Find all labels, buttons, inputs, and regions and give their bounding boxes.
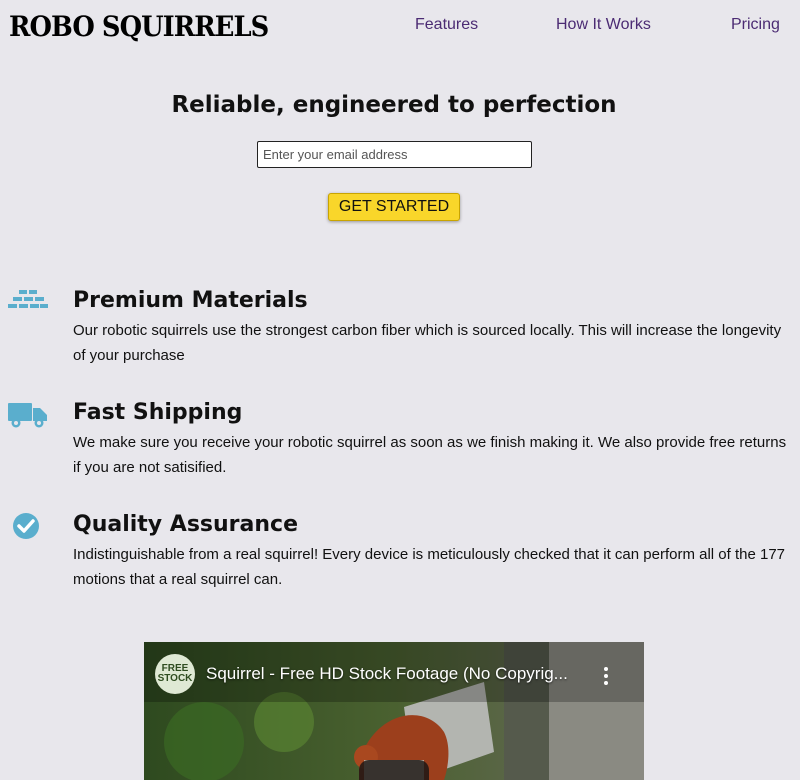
feature-text: Our robotic squirrels use the strongest …: [73, 322, 782, 364]
video-embed[interactable]: FREE STOCK Squirrel - Free HD Stock Foot…: [144, 642, 644, 780]
site-header: ROBO SQUIRRELS Features How It Works Pri…: [0, 0, 800, 54]
channel-logo[interactable]: FREE STOCK: [155, 654, 195, 694]
site-logo[interactable]: ROBO SQUIRRELS: [9, 10, 269, 43]
nav-link-how-it-works[interactable]: How It Works: [556, 16, 651, 34]
feature-text: We make sure you receive your robotic sq…: [73, 434, 787, 476]
nav-link-pricing[interactable]: Pricing: [731, 16, 780, 34]
hero-title: Reliable, engineered to perfection: [171, 92, 617, 118]
feature-title: Premium Materials: [73, 288, 308, 313]
feature-title: Quality Assurance: [73, 512, 299, 537]
get-started-button[interactable]: GET STARTED: [328, 193, 460, 221]
more-options-icon[interactable]: [598, 664, 614, 686]
video-title[interactable]: Squirrel - Free HD Stock Footage (No Cop…: [206, 664, 568, 684]
nav-link-features[interactable]: Features: [415, 16, 478, 34]
email-input[interactable]: [257, 141, 532, 168]
feature-title: Fast Shipping: [73, 400, 243, 425]
truck-icon: [8, 403, 47, 428]
feature-text: Indistinguishable from a real squirrel! …: [73, 546, 786, 588]
check-circle-icon: [13, 513, 39, 539]
bricks-icon: [8, 290, 48, 308]
play-button[interactable]: [359, 760, 429, 780]
